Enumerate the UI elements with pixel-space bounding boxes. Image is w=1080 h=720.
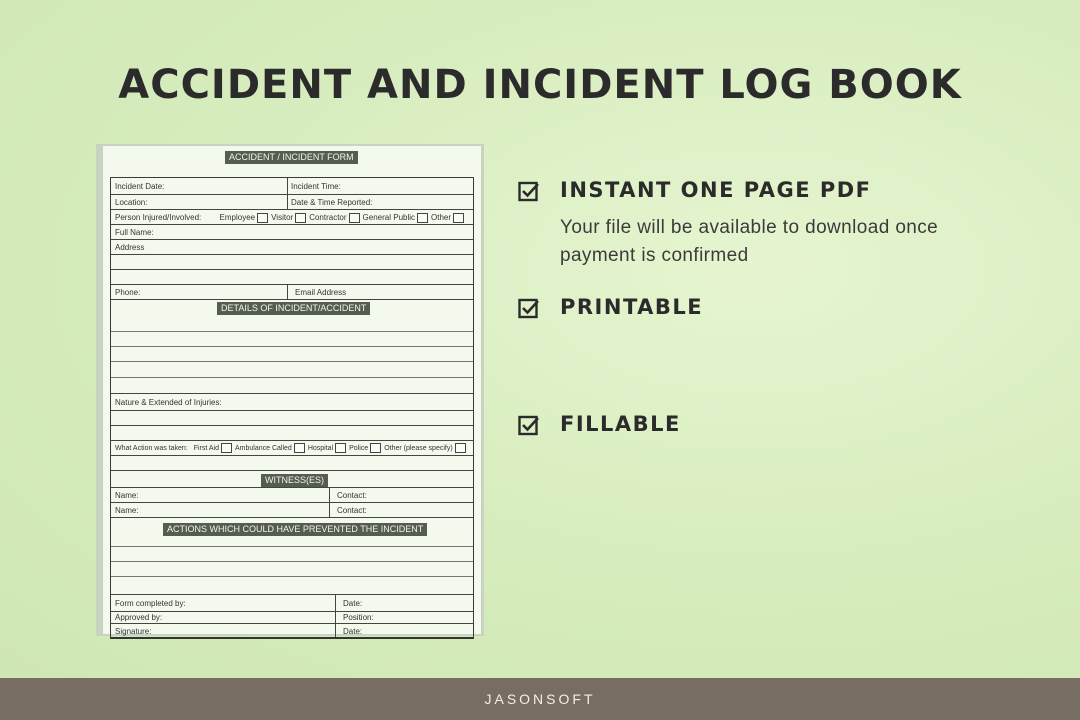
form-row-witness-2: Name: Contact: <box>111 503 473 518</box>
visitor-checkbox[interactable] <box>295 212 307 223</box>
witness-section: WITNESS(ES) <box>111 471 473 488</box>
signature-date-label: Date: <box>343 627 363 636</box>
option-police: Police <box>349 445 369 452</box>
form-row-action-2 <box>111 456 473 471</box>
hospital-checkbox[interactable] <box>335 443 347 454</box>
form-row-phone: Phone: Email Address <box>111 285 473 300</box>
witness-contact-2-label: Contact: <box>337 506 367 515</box>
option-general-public: General Public <box>362 213 416 222</box>
form-row-address-3 <box>111 270 473 285</box>
date-time-reported-label: Date & Time Reported: <box>291 198 373 207</box>
option-other: Other <box>431 213 452 222</box>
person-injured-row: Person Injured/Involved: Employee Visitor… <box>111 210 467 224</box>
action-taken-label: What Action was taken: <box>115 445 188 452</box>
approved-by-label: Approved by: <box>115 613 163 622</box>
footer-brand: JASONSOFT <box>0 678 1080 720</box>
option-contractor: Contractor <box>309 213 347 222</box>
option-visitor: Visitor <box>271 213 294 222</box>
option-other-specify: Other (please specify) <box>384 445 453 452</box>
other-checkbox[interactable] <box>453 212 465 223</box>
contractor-checkbox[interactable] <box>348 212 360 223</box>
police-checkbox[interactable] <box>370 443 382 454</box>
general-public-checkbox[interactable] <box>417 212 429 223</box>
ambulance-checkbox[interactable] <box>293 443 305 454</box>
full-name-label: Full Name: <box>115 228 154 237</box>
form-row-approved: Approved by: Position: <box>111 612 473 624</box>
form-row-injuries-3 <box>111 426 473 441</box>
other-specify-checkbox[interactable] <box>454 443 466 454</box>
form-row-date-time: Incident Date: Incident Time: <box>111 178 473 195</box>
witness-name-2-label: Name: <box>115 506 139 515</box>
accident-form: Incident Date: Incident Time: Location: … <box>110 177 474 639</box>
form-row-location: Location: Date & Time Reported: <box>111 195 473 210</box>
option-ambulance: Ambulance Called <box>235 445 292 452</box>
page-title: ACCIDENT AND INCIDENT LOG BOOK <box>118 62 962 108</box>
feature-description: Your file will be available to download … <box>560 217 939 266</box>
checkbox-checked-icon <box>518 181 539 202</box>
address-label: Address <box>115 243 145 252</box>
signature-label: Signature: <box>115 627 152 636</box>
option-first-aid: First Aid <box>193 445 220 452</box>
form-row-witness-1: Name: Contact: <box>111 488 473 503</box>
first-aid-checkbox[interactable] <box>221 443 233 454</box>
action-taken-row: What Action was taken: First Aid Ambulanc… <box>111 441 469 455</box>
incident-time-label: Incident Time: <box>291 182 341 191</box>
details-header: DETAILS OF INCIDENT/ACCIDENT <box>217 302 371 315</box>
feature-title: FILLABLE <box>560 412 681 436</box>
form-row-action: What Action was taken: First Aid Ambulanc… <box>111 441 473 456</box>
email-label: Email Address <box>295 288 347 297</box>
person-injured-label: Person Injured/Involved: <box>115 213 202 222</box>
witness-contact-1-label: Contact: <box>337 491 367 500</box>
form-row-address: Address <box>111 240 473 255</box>
option-hospital: Hospital <box>307 445 334 452</box>
completed-by-label: Form completed by: <box>115 599 186 608</box>
checkbox-checked-icon <box>518 415 539 436</box>
witness-header: WITNESS(ES) <box>261 474 329 487</box>
prevent-header: ACTIONS WHICH COULD HAVE PREVENTED THE I… <box>163 523 428 536</box>
form-row-person: Person Injured/Involved: Employee Visitor… <box>111 210 473 225</box>
option-employee: Employee <box>219 213 256 222</box>
form-row-full-name: Full Name: <box>111 225 473 240</box>
incident-date-label: Incident Date: <box>115 182 165 191</box>
checkbox-checked-icon <box>518 298 539 319</box>
witness-name-1-label: Name: <box>115 491 139 500</box>
form-row-injuries-2 <box>111 411 473 426</box>
feature-title: INSTANT ONE PAGE PDF <box>560 178 872 202</box>
feature-title: PRINTABLE <box>560 295 704 319</box>
form-row-signature: Signature: Date: <box>111 624 473 639</box>
completed-date-label: Date: <box>343 599 363 608</box>
prevent-section: ACTIONS WHICH COULD HAVE PREVENTED THE I… <box>111 518 473 595</box>
form-row-address-2 <box>111 255 473 270</box>
form-row-injuries: Nature & Extended of Injuries: <box>111 394 473 411</box>
employee-checkbox[interactable] <box>257 212 269 223</box>
phone-label: Phone: <box>115 288 141 297</box>
approved-position-label: Position: <box>343 613 374 622</box>
form-header: ACCIDENT / INCIDENT FORM <box>225 151 358 164</box>
details-section: DETAILS OF INCIDENT/ACCIDENT <box>111 300 473 394</box>
location-label: Location: <box>115 198 148 207</box>
nature-injuries-label: Nature & Extended of Injuries: <box>115 398 222 407</box>
form-row-completed: Form completed by: Date: <box>111 595 473 612</box>
